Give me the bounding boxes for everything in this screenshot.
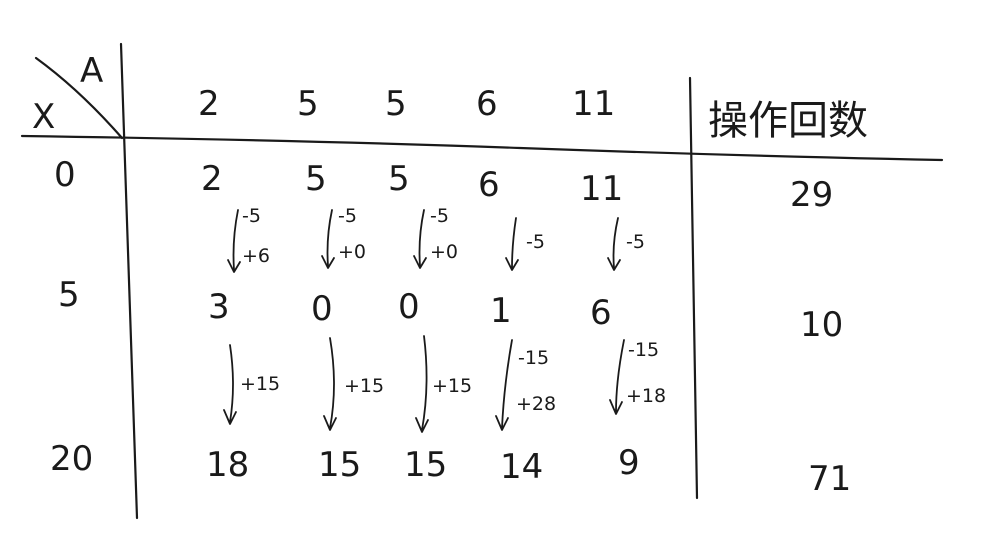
header-a-value: 2	[198, 84, 220, 124]
cell-value: 6	[478, 165, 500, 205]
ops-count-value: 29	[790, 175, 833, 215]
ops-column-divider-line	[688, 76, 699, 500]
corner-row-label: X	[32, 97, 55, 137]
cell-value: 15	[404, 445, 447, 485]
transition-label: +0	[430, 241, 458, 263]
transition-label: -15	[518, 347, 549, 369]
down-arrow	[223, 344, 237, 425]
ops-count-value: 10	[800, 305, 843, 345]
cell-value: 5	[388, 159, 410, 199]
row-x-value: 5	[58, 275, 80, 315]
cell-value: 6	[590, 293, 612, 333]
x-column-divider-line	[119, 42, 139, 520]
down-arrow	[505, 217, 519, 271]
down-arrow	[415, 335, 429, 433]
cell-value: 14	[500, 447, 543, 487]
transition-label: +18	[626, 385, 666, 407]
transition-label: -5	[338, 205, 357, 227]
down-arrow	[609, 339, 625, 415]
transition-label: -5	[430, 205, 449, 227]
transition-label: -5	[242, 205, 261, 227]
transition-label: +0	[338, 241, 366, 263]
cell-value: 5	[305, 159, 327, 199]
cell-value: 18	[206, 445, 249, 485]
row-x-value: 0	[54, 155, 76, 195]
transition-label: +15	[240, 373, 280, 395]
ops-count-value: 71	[808, 459, 851, 499]
cell-value: 15	[318, 445, 361, 485]
cell-value: 9	[618, 443, 640, 483]
cell-value: 1	[490, 291, 512, 331]
down-arrow	[607, 217, 621, 271]
table-drawing: X A 2 5 5 6 11 操作回数 0 2 5 5 6 11 29 -5 +…	[20, 42, 944, 520]
transition-label: -5	[526, 231, 545, 253]
cell-value: 0	[398, 287, 420, 327]
cell-value: 3	[208, 287, 230, 327]
down-arrow	[321, 209, 335, 269]
header-a-value: 11	[572, 84, 615, 124]
transition-label: -15	[628, 339, 659, 361]
transition-label: +28	[516, 393, 556, 415]
corner-col-label: A	[80, 51, 103, 91]
down-arrow	[495, 339, 513, 431]
cell-value: 2	[201, 159, 223, 199]
down-arrow	[413, 209, 427, 269]
transition-label: +6	[242, 245, 270, 267]
transition-label: +15	[432, 375, 472, 397]
cell-value: 11	[580, 169, 623, 209]
row-x-value: 20	[50, 439, 93, 479]
ops-count-header: 操作回数	[708, 98, 868, 144]
header-a-value: 5	[385, 84, 407, 124]
transition-label: +15	[344, 375, 384, 397]
down-arrow	[323, 337, 337, 431]
header-a-value: 6	[476, 84, 498, 124]
header-a-value: 5	[297, 84, 319, 124]
handwritten-table: X A 2 5 5 6 11 操作回数 0 2 5 5 6 11 29 -5 +…	[0, 0, 995, 552]
transition-label: -5	[626, 231, 645, 253]
cell-value: 0	[311, 289, 333, 329]
down-arrow	[227, 209, 241, 273]
